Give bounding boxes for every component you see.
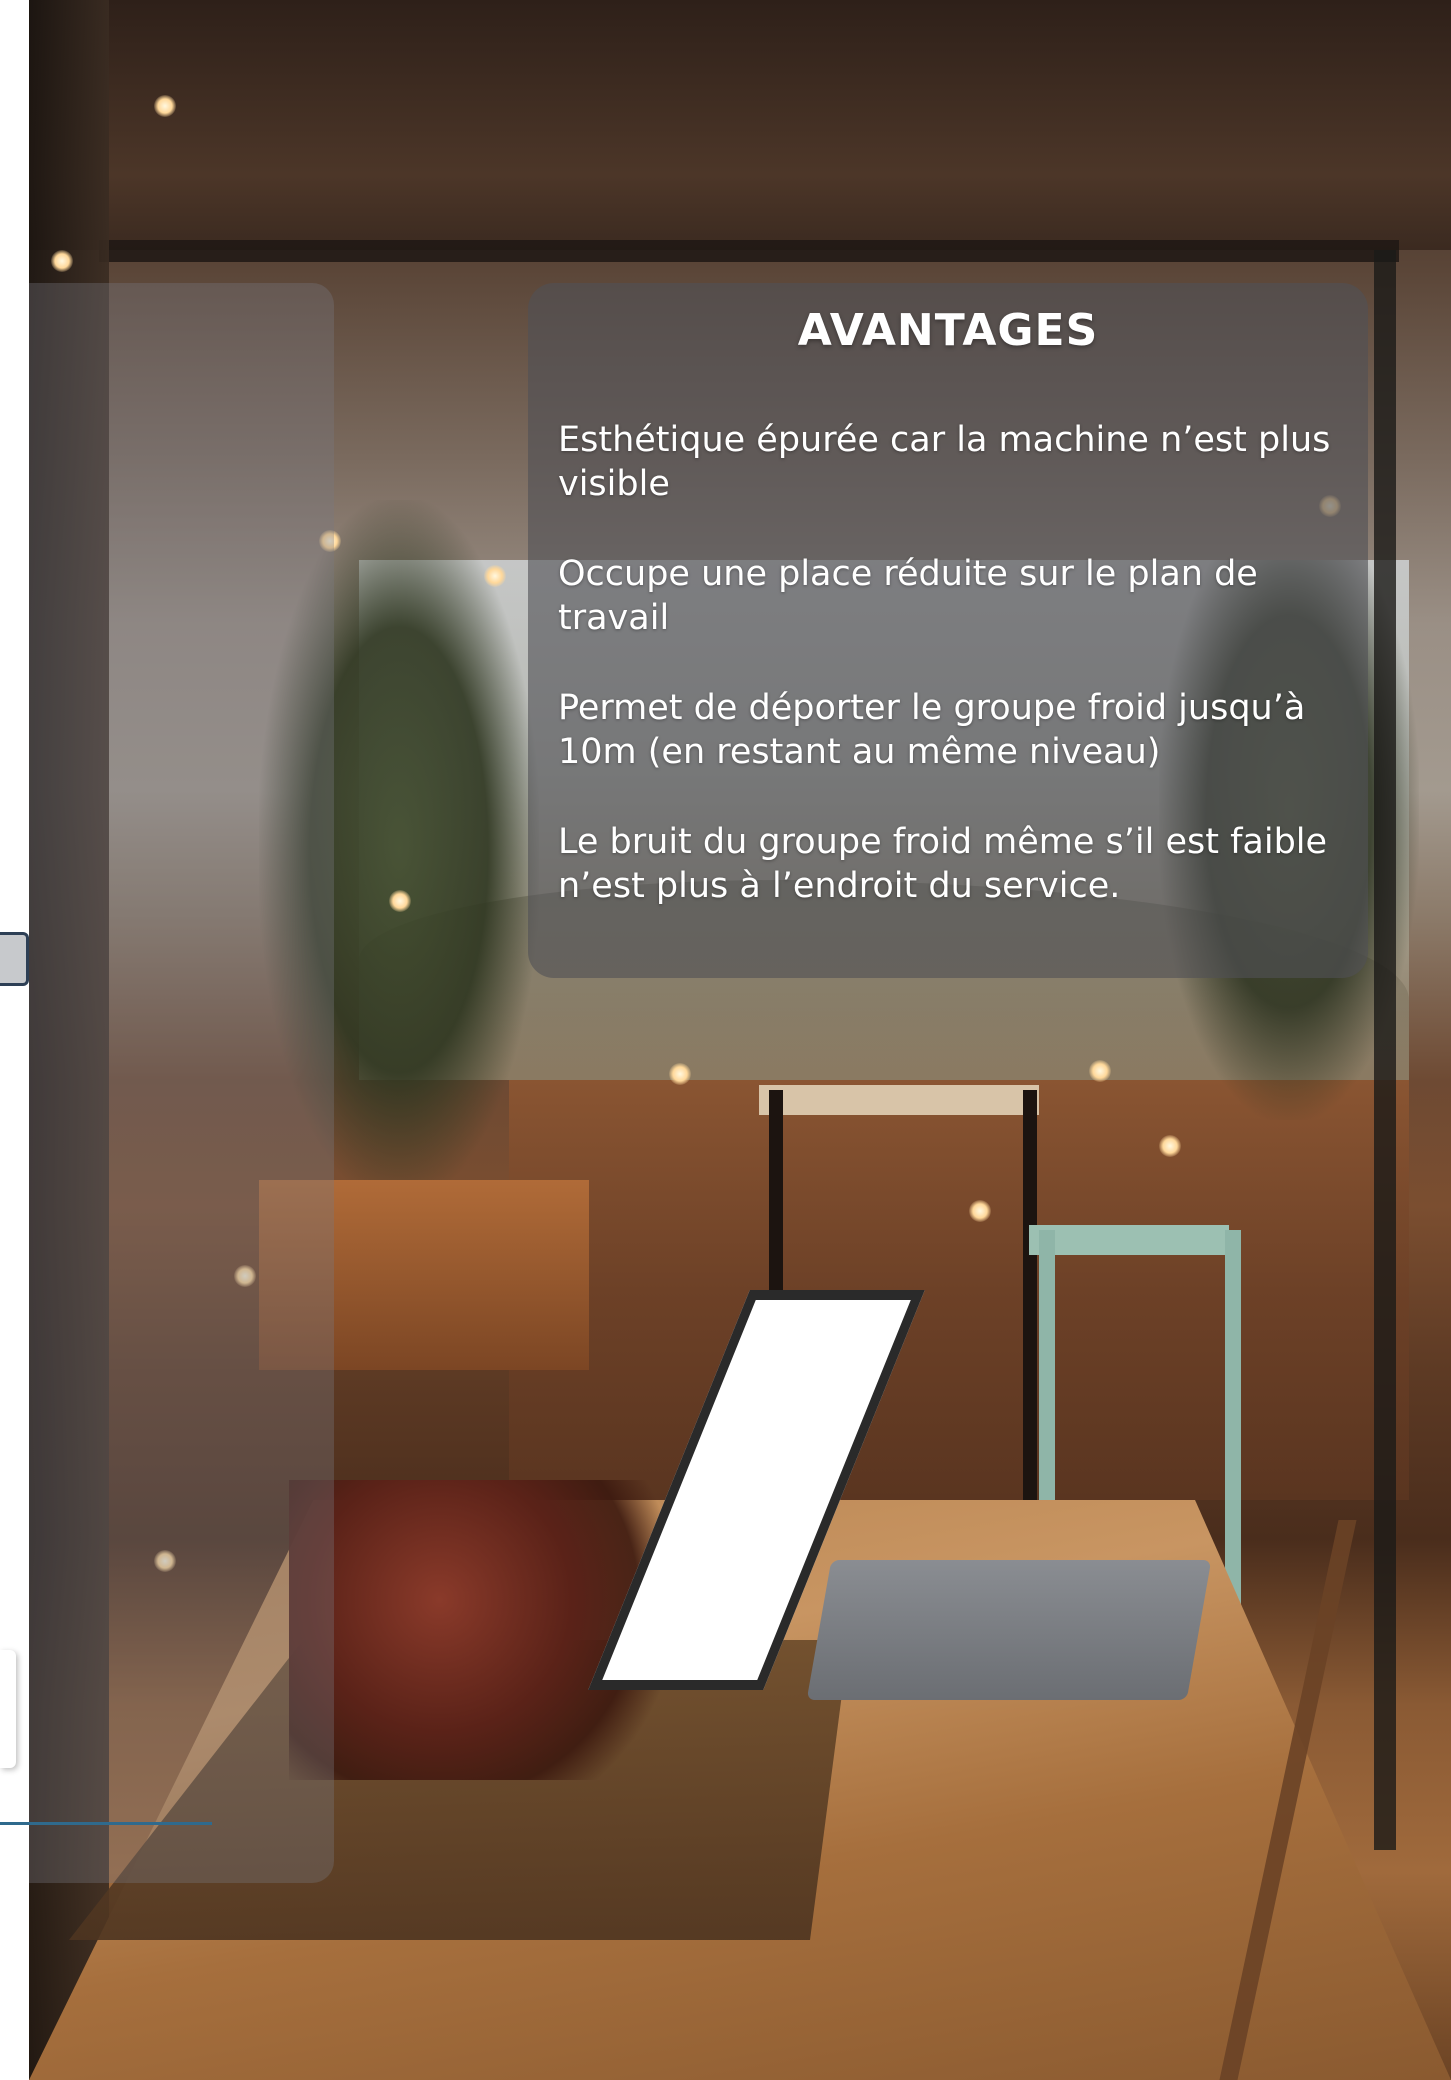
left-edge-tab [0, 932, 29, 986]
string-light [389, 890, 411, 912]
photo-ceiling [29, 0, 1451, 250]
left-edge-card [0, 1650, 16, 1768]
string-light [669, 1063, 691, 1085]
left-accent-line [0, 1822, 212, 1825]
list-item: Permet de déporter le groupe froid jusqu… [558, 688, 1306, 772]
list-item: Le bruit du groupe froid même s’il est f… [558, 822, 1328, 906]
left-margin-strip [0, 283, 29, 1883]
photo-beam [99, 240, 1399, 262]
string-light [1159, 1135, 1181, 1157]
left-overlay-panel [0, 283, 334, 1883]
list-item: Occupe une place réduite sur le plan de … [558, 554, 1258, 638]
advantages-card: AVANTAGES Esthétique épurée car la machi… [528, 283, 1368, 978]
string-light [1089, 1060, 1111, 1082]
advantages-list: Esthétique épurée car la machine n’est p… [558, 418, 1348, 954]
string-light [154, 95, 176, 117]
list-item: Esthétique épurée car la machine n’est p… [558, 420, 1331, 504]
card-title: AVANTAGES [797, 305, 1099, 356]
string-light [969, 1200, 991, 1222]
string-light [51, 250, 73, 272]
photo-laptop-base [806, 1560, 1212, 1700]
string-light [484, 565, 506, 587]
